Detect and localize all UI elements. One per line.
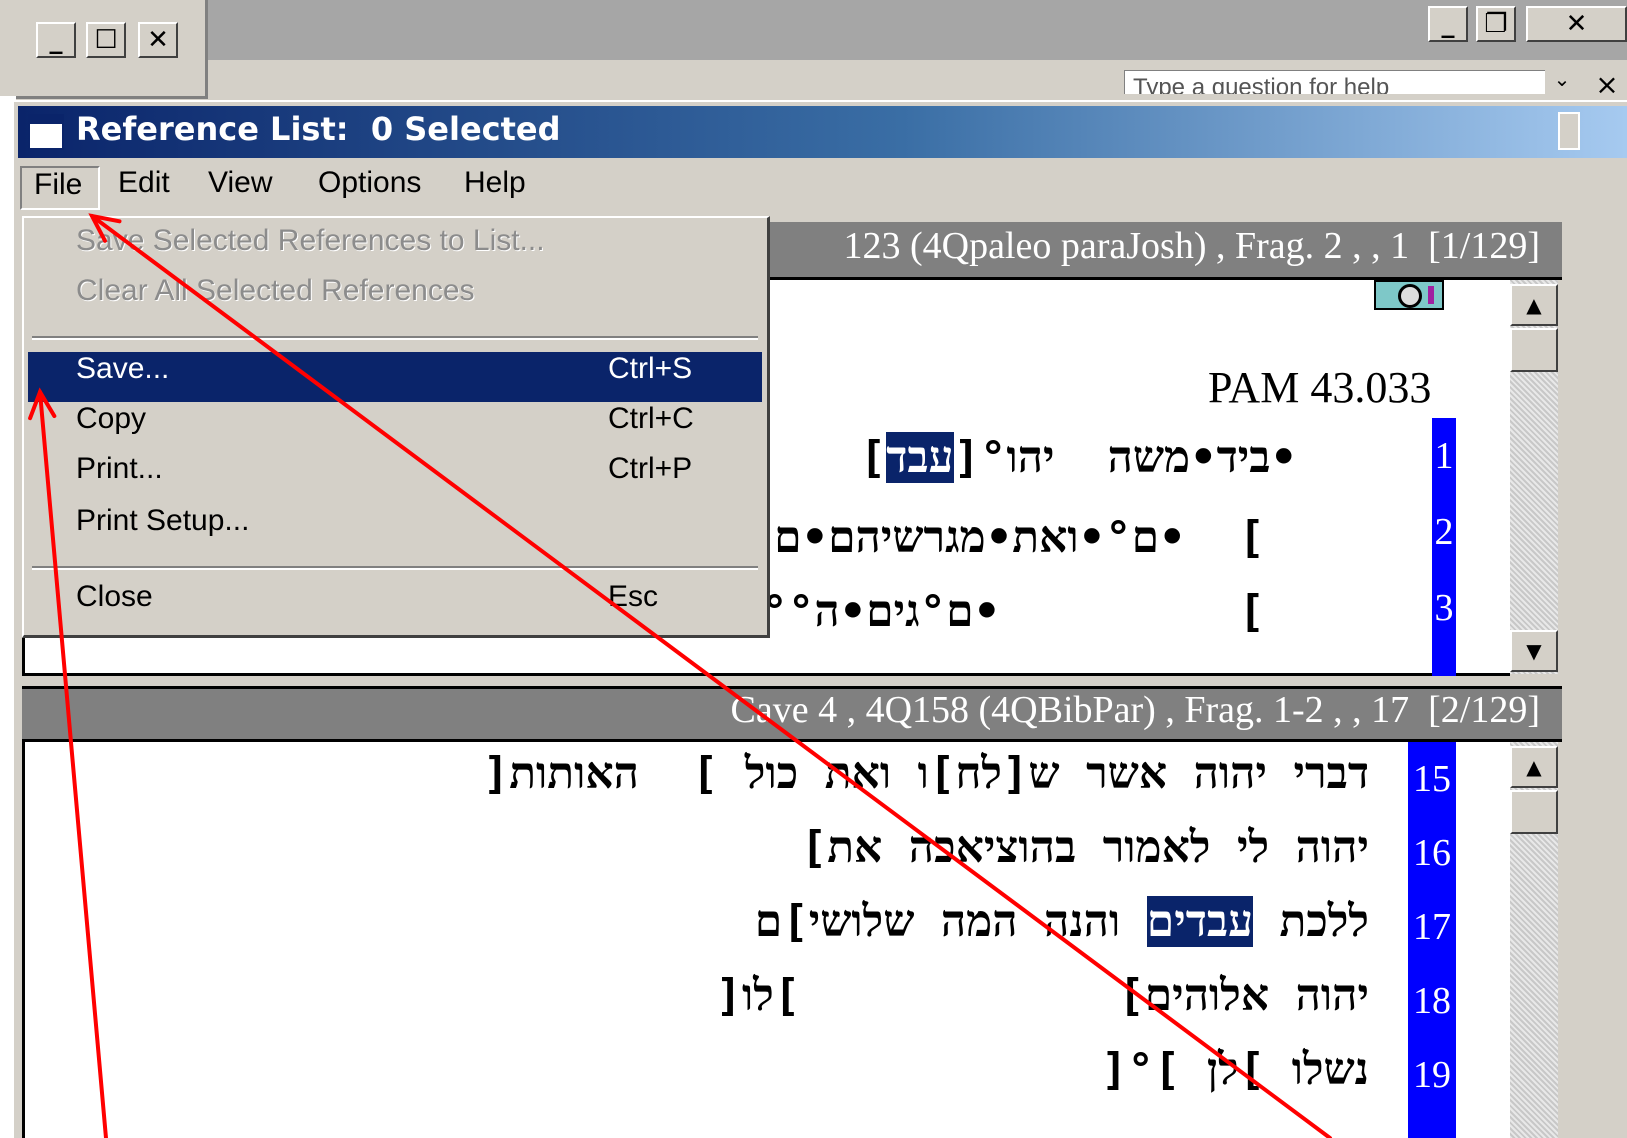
arrow-to-file-menu-line	[90, 214, 1332, 1138]
arrow-to-save-item-line	[38, 390, 108, 1138]
annotation-arrows	[28, 213, 1332, 1138]
